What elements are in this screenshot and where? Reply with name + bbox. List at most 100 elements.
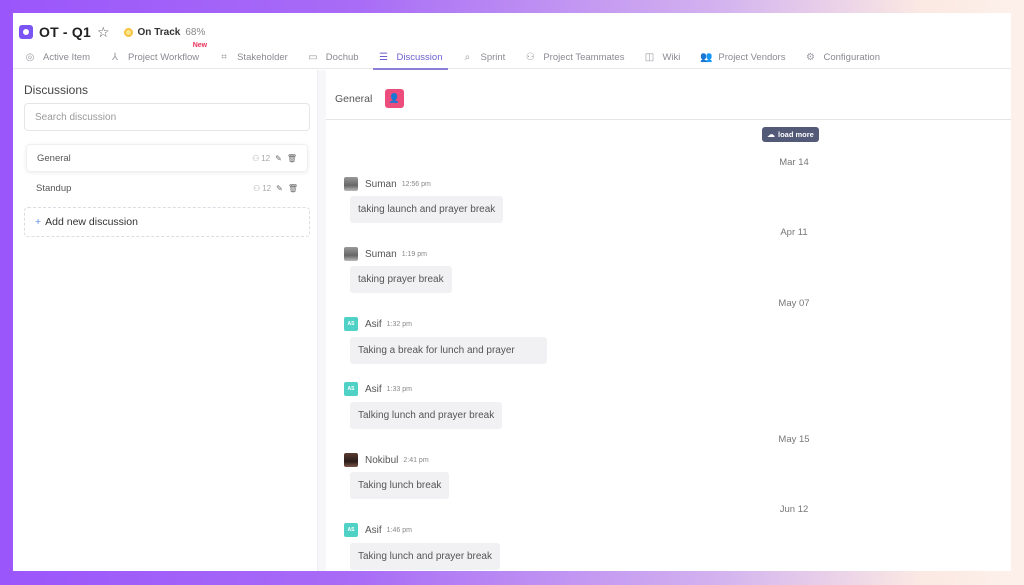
message-author: Asif <box>365 383 382 395</box>
teammates-icon: ⚇ <box>525 51 535 63</box>
tab-label: Wiki <box>662 51 681 63</box>
add-user-icon: 👤 <box>388 93 401 103</box>
avatar: AS <box>344 523 358 537</box>
check-circle-icon: ◎ <box>25 51 35 63</box>
tab-label: Project Vendors <box>718 51 786 63</box>
project-title: OT - Q1 <box>39 24 91 40</box>
message-bubble: Taking a break for lunch and prayer <box>350 337 547 364</box>
workflow-icon: ⅄ <box>111 51 119 63</box>
avatar: AS <box>344 317 358 331</box>
tab-label: Project Workflow <box>128 51 200 63</box>
avatar: AS <box>344 382 358 396</box>
date-separator: May 07 <box>778 298 810 309</box>
message-bubble: taking prayer break <box>350 266 452 293</box>
message-bubble: Taking lunch and prayer break <box>350 543 500 570</box>
chat-header: General 👤 <box>326 70 1011 120</box>
vendors-icon: 👥 <box>700 51 713 63</box>
cloud-upload-icon: ☁ <box>767 130 775 139</box>
add-discussion-button[interactable]: + Add new discussion <box>24 207 310 237</box>
favorite-star-icon[interactable]: ☆ <box>97 24 110 41</box>
message-header: AS Asif 1:32 pm <box>344 317 412 331</box>
tab-sprint[interactable]: ⌕ Sprint <box>456 45 511 69</box>
tab-active-item[interactable]: ◎ Active Item <box>19 45 96 69</box>
avatar <box>344 177 358 191</box>
discussion-meta: ⚇ 12 ✎ 🗑 <box>253 184 298 193</box>
message-author: Nokibul <box>365 454 399 466</box>
tab-stakeholder[interactable]: ⌗ Stakeholder <box>213 45 294 69</box>
add-discussion-label: Add new discussion <box>45 216 138 228</box>
panel-divider <box>318 70 326 571</box>
tab-configuration[interactable]: ⚙ Configuration <box>799 45 886 69</box>
message-header: Suman 12:56 pm <box>344 177 431 191</box>
message-author: Asif <box>365 318 382 330</box>
message-bubble: Taking lunch break <box>350 472 450 499</box>
sprint-icon: ⌕ <box>464 51 471 63</box>
message-time: 12:56 pm <box>401 180 431 188</box>
book-icon: ◫ <box>644 51 655 63</box>
edit-icon[interactable]: ✎ <box>275 154 282 163</box>
member-count: 12 <box>262 183 272 193</box>
folder-icon: ▭ <box>308 51 318 63</box>
plus-icon: + <box>35 216 42 228</box>
avatar <box>344 247 358 261</box>
edit-icon[interactable]: ✎ <box>276 184 283 193</box>
message-time: 1:32 pm <box>386 320 412 328</box>
date-separator: Mar 14 <box>779 157 809 168</box>
discussions-sidebar: Discussions General ⚇ 12 ✎ 🗑 Standup ⚇ 1… <box>13 70 318 571</box>
message-header: AS Asif 1:33 pm <box>344 382 412 396</box>
discussion-item-general[interactable]: General ⚇ 12 ✎ 🗑 <box>26 144 308 172</box>
tab-label: Stakeholder <box>237 51 288 63</box>
tab-label: Project Teammates <box>543 51 625 63</box>
members-icon: ⚇ <box>252 153 260 163</box>
progress-percent: 68% <box>185 26 206 38</box>
tab-label: Configuration <box>823 51 880 63</box>
message-time: 1:19 pm <box>401 250 427 258</box>
new-badge: New <box>192 42 208 49</box>
tab-project-vendors[interactable]: 👥 Project Vendors <box>694 45 791 69</box>
message-time: 1:46 pm <box>386 526 412 534</box>
date-separator: Apr 11 <box>780 227 808 238</box>
message-time: 1:33 pm <box>386 385 412 393</box>
status-label[interactable]: On Track <box>138 27 181 38</box>
chat-panel: General 👤 ☁ load more Mar 14 Suman 12:56… <box>326 70 1011 571</box>
message-header: AS Asif 1:46 pm <box>344 523 412 537</box>
message-bubble: Talking lunch and prayer break <box>350 402 503 429</box>
delete-icon[interactable]: 🗑 <box>287 154 297 163</box>
app-window: OT - Q1 ☆ On Track 68% ◎ Active Item ⅄ Pro… <box>13 13 1011 571</box>
sidebar-title: Discussions <box>24 83 89 97</box>
discussion-meta: ⚇ 12 ✎ 🗑 <box>252 154 297 163</box>
message-header: Suman 1:19 pm <box>344 247 427 261</box>
project-header: OT - Q1 ☆ On Track 68% ◎ Active Item ⅄ Pro… <box>13 13 1011 70</box>
tab-discussion[interactable]: ☰ Discussion <box>372 45 449 70</box>
member-count: 12 <box>261 153 271 163</box>
date-separator: Jun 12 <box>779 504 809 515</box>
message-author: Asif <box>365 524 382 536</box>
tab-dochub[interactable]: ▭ Dochub <box>302 45 365 69</box>
message-author: Suman <box>365 178 397 190</box>
load-more-label: load more <box>778 130 814 139</box>
stakeholder-icon: ⌗ <box>221 51 227 63</box>
status-dot-icon <box>123 27 133 37</box>
message-author: Suman <box>365 248 397 260</box>
tab-wiki[interactable]: ◫ Wiki <box>638 45 686 69</box>
load-more-button[interactable]: ☁ load more <box>762 127 819 142</box>
search-discussion-input[interactable] <box>24 103 310 131</box>
discussion-item-standup[interactable]: Standup ⚇ 12 ✎ 🗑 <box>26 174 308 202</box>
add-member-button[interactable]: 👤 <box>385 89 404 108</box>
tab-label: Dochub <box>325 51 359 63</box>
tab-label: Active Item <box>43 51 90 63</box>
delete-icon[interactable]: 🗑 <box>288 184 298 193</box>
message-header: Nokibul 2:41 pm <box>344 453 429 467</box>
tab-project-workflow[interactable]: ⅄ Project Workflow New <box>104 42 208 69</box>
project-logo-icon <box>19 25 33 39</box>
configuration-icon: ⚙ <box>806 51 815 63</box>
project-tabs: ◎ Active Item ⅄ Project Workflow New ⌗ Stake… <box>19 42 894 70</box>
members-icon: ⚇ <box>253 183 261 193</box>
date-separator: May 15 <box>778 434 810 445</box>
message-bubble: taking launch and prayer break <box>350 196 504 223</box>
tab-label: Discussion <box>396 51 443 63</box>
avatar <box>344 453 358 467</box>
discussion-name: General <box>37 152 71 164</box>
discussion-icon: ☰ <box>379 51 389 63</box>
tab-project-teammates[interactable]: ⚇ Project Teammates <box>519 45 630 69</box>
